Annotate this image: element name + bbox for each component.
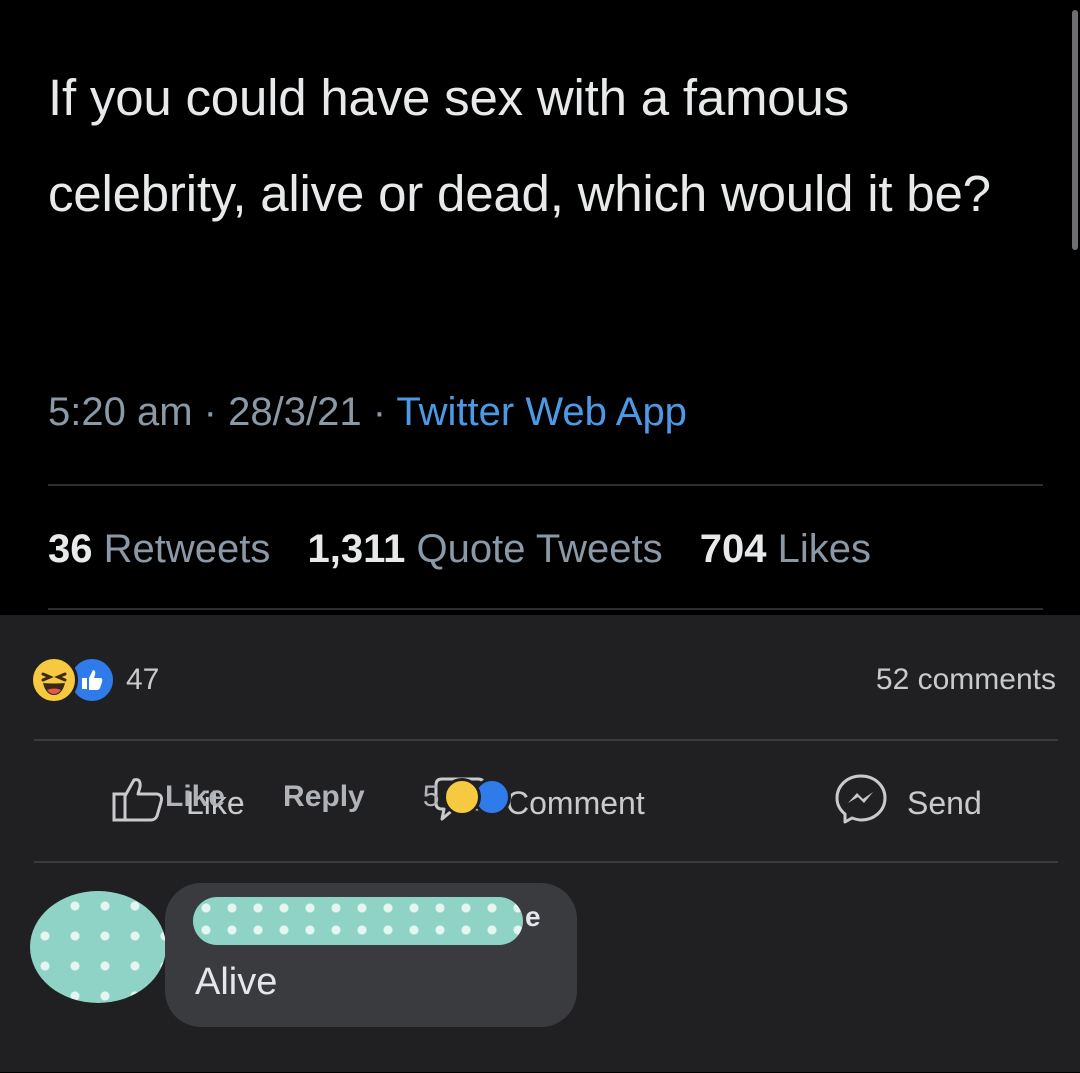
redacted-commenter-name[interactable] (193, 897, 523, 945)
comment: e Alive (30, 883, 1050, 1073)
commenter-name-suffix: e (525, 901, 541, 932)
quote-tweets-label: Quote Tweets (416, 527, 663, 571)
quote-tweets-stat[interactable]: 1,311 Quote Tweets (308, 527, 663, 571)
messenger-icon (833, 772, 907, 834)
avatar[interactable] (30, 891, 166, 1003)
comment-reaction-count: 5 (422, 780, 440, 813)
tweet-source-link[interactable]: Twitter Web App (396, 390, 687, 434)
comment-bubble: e Alive (165, 883, 577, 1027)
tweet-text: If you could have sex with a famous cele… (48, 69, 991, 222)
reaction-count: 47 (126, 663, 160, 696)
retweets-count: 36 (48, 527, 93, 571)
tweet-divider (48, 484, 1043, 486)
comment-actions: Like Reply 5 (165, 777, 512, 817)
likes-label: Likes (777, 527, 871, 571)
reactions-summary[interactable]: 47 (30, 655, 159, 705)
facebook-post-footer: 47 52 comments Like Comment Send e Alive… (0, 615, 1080, 1072)
comment-like-link[interactable]: Like (165, 780, 225, 814)
likes-count: 704 (699, 527, 767, 571)
reactions-divider (34, 739, 1058, 741)
send-button-label: Send (907, 784, 982, 821)
tweet-divider (48, 608, 1043, 610)
quote-tweets-count: 1,311 (307, 527, 406, 571)
send-button[interactable]: Send (833, 772, 982, 834)
tweet-metadata: 5:20 am · 28/3/21 · Twitter Web App (48, 390, 687, 435)
comment-button-label: Comment (506, 784, 645, 821)
haha-icon (443, 778, 482, 816)
likes-stat[interactable]: 704 Likes (700, 527, 871, 571)
haha-icon (30, 656, 78, 704)
meta-separator: · (372, 390, 387, 434)
comments-count-link[interactable]: 52 comments (876, 663, 1056, 697)
tweet-date: 28/3/21 (228, 390, 362, 434)
retweets-label: Retweets (103, 527, 271, 571)
tweet-stats: 36 Retweets 1,311 Quote Tweets 704 Likes (48, 527, 897, 572)
scrollbar[interactable] (1072, 10, 1078, 250)
actions-divider (34, 861, 1058, 863)
tweet-time: 5:20 am (48, 390, 193, 434)
meta-separator: · (203, 390, 217, 434)
tweet-screenshot: If you could have sex with a famous cele… (0, 0, 1080, 615)
retweets-stat[interactable]: 36 Retweets (48, 527, 270, 571)
comment-reply-link[interactable]: Reply (283, 780, 365, 814)
comment-text: Alive (195, 961, 278, 1003)
